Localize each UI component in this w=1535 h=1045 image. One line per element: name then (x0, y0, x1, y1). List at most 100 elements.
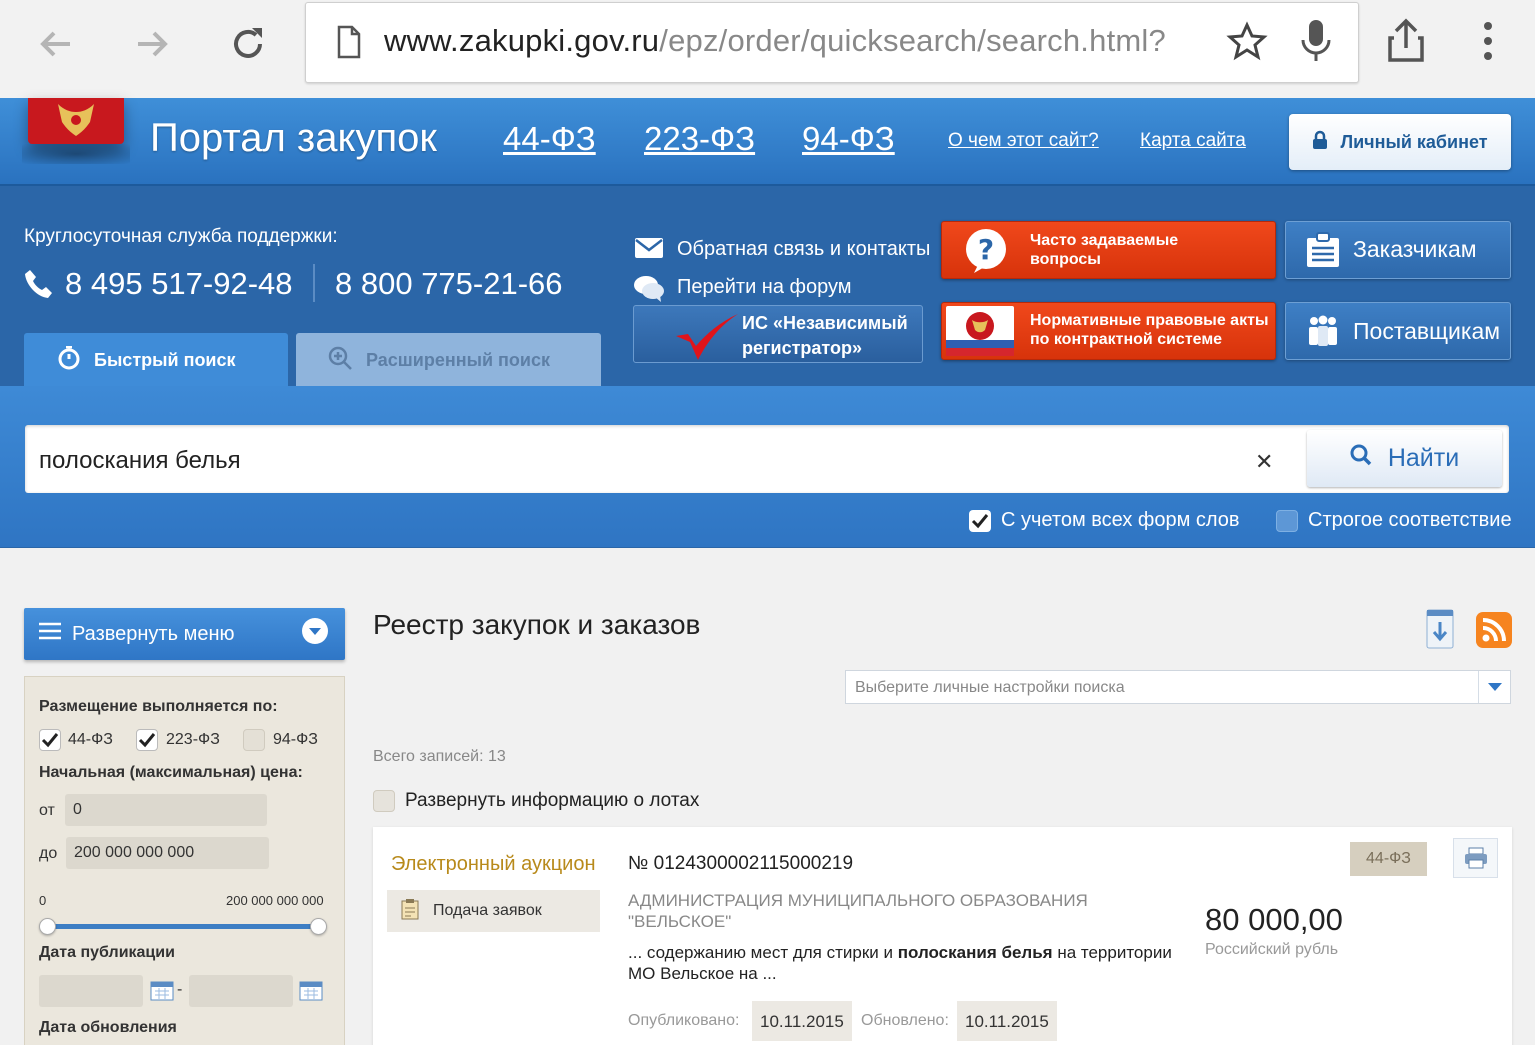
legal-acts-button[interactable]: Нормативные правовые акты по контрактной… (941, 302, 1276, 360)
question-icon: ? (962, 228, 1010, 279)
dropdown-arrow-icon[interactable] (1478, 671, 1510, 703)
strict-match-checkbox[interactable] (1276, 509, 1298, 532)
calendar-icon[interactable] (299, 979, 323, 1001)
expand-lots-label: Развернуть информацию о лотах (405, 790, 700, 811)
download-icon[interactable] (1426, 609, 1454, 654)
suppliers-button-label: Поставщикам (1353, 318, 1501, 344)
search-settings-placeholder: Выберите личные настройки поиска (855, 679, 1125, 696)
support-title: Круглосуточная служба поддержки: (24, 226, 338, 247)
faq-button[interactable]: ? Часто задаваемые вопросы (941, 221, 1276, 279)
law-badge: 44-ФЗ (1350, 842, 1427, 876)
tab-advanced-search[interactable]: Расширенный поиск (296, 333, 601, 387)
customer-organization[interactable]: АДМИНИСТРАЦИЯ МУНИЦИПАЛЬНОГО ОБРАЗОВАНИЯ… (628, 890, 1188, 932)
print-icon[interactable] (1453, 838, 1498, 878)
customers-button-label: Заказчикам (1353, 236, 1477, 262)
procurement-price: 80 000,00 (1205, 902, 1343, 937)
url-text: www.zakupki.gov.ru/epz/order/quicksearch… (384, 23, 1166, 58)
bookmark-star-icon[interactable] (1226, 21, 1268, 68)
hamburger-icon (38, 622, 62, 646)
share-icon[interactable] (1384, 18, 1428, 69)
procurement-stage-label: Подача заявок (433, 902, 542, 919)
published-label: Опубликовано: (628, 1012, 740, 1029)
envelope-icon (635, 238, 663, 263)
independent-registrar-button[interactable]: ИС «Независимый регистратор» (633, 305, 923, 363)
sitemap-link[interactable]: Карта сайта (1140, 130, 1246, 152)
customers-button[interactable]: Заказчикам (1285, 221, 1511, 279)
updated-label: Обновлено: (861, 1012, 949, 1029)
checkmark-icon (674, 312, 740, 369)
law-44-link[interactable]: 44-ФЗ (503, 120, 596, 158)
portal-title[interactable]: Портал закупок (150, 116, 437, 161)
description-text: ... содержанию мест для стирки и (628, 943, 898, 962)
publication-date-to[interactable] (189, 975, 293, 1007)
menu-dots-icon[interactable] (1470, 18, 1506, 69)
back-icon[interactable] (28, 16, 84, 72)
all-word-forms-option[interactable]: С учетом всех форм слов (969, 509, 1240, 532)
browser-toolbar: www.zakupki.gov.ru/epz/order/quicksearch… (0, 0, 1535, 98)
reload-icon[interactable] (220, 16, 276, 72)
chat-bubbles-icon (633, 274, 665, 307)
price-slider-max-handle[interactable] (310, 918, 327, 935)
search-settings-select[interactable]: Выберите личные настройки поиска (845, 670, 1511, 704)
microphone-icon[interactable] (1296, 18, 1336, 69)
find-button-label: Найти (1387, 444, 1460, 472)
coat-of-arms-logo (28, 98, 124, 144)
publication-date-label: Дата публикации (39, 944, 175, 961)
page-title: Реестр закупок и заказов (373, 609, 701, 640)
lock-icon (1312, 130, 1328, 155)
legal-acts-button-label: Нормативные правовые акты по контрактной… (1030, 312, 1269, 348)
price-currency: Российский рубль (1205, 941, 1339, 958)
strict-match-label: Строгое соответствие (1308, 509, 1512, 531)
update-date-label: Дата обновления (39, 1019, 177, 1036)
phone-moscow[interactable]: 8 495 517-92-48 (65, 266, 293, 302)
feedback-link[interactable]: Обратная связь и контакты (677, 238, 930, 261)
expand-menu-button[interactable]: Развернуть меню (24, 608, 345, 660)
slider-max-label: 200 000 000 000 (226, 893, 324, 908)
price-from-input[interactable]: 0 (65, 794, 267, 826)
price-slider[interactable] (46, 924, 318, 929)
expand-lots-option[interactable]: Развернуть информацию о лотах (373, 790, 699, 812)
publication-date-from[interactable] (39, 975, 143, 1007)
forum-link[interactable]: Перейти на форум (677, 276, 852, 299)
price-to-input[interactable]: 200 000 000 000 (66, 837, 269, 869)
cabinet-button-label: Личный кабинет (1340, 131, 1488, 152)
law-223-label: 223-ФЗ (166, 731, 220, 748)
strict-match-option[interactable]: Строгое соответствие (1276, 509, 1512, 532)
price-slider-min-handle[interactable] (39, 918, 56, 935)
procurement-description: ... содержанию мест для стирки и полоска… (628, 942, 1188, 984)
registrar-button-label: ИС «Независимый регистратор» (742, 313, 908, 358)
forward-icon[interactable] (124, 16, 180, 72)
rss-icon[interactable] (1476, 612, 1512, 653)
updated-date: 10.11.2015 (957, 1001, 1057, 1041)
zoom-in-icon (328, 346, 352, 375)
find-button[interactable]: Найти (1307, 430, 1502, 487)
total-records: Всего записей: 13 (373, 748, 506, 765)
address-bar[interactable]: www.zakupki.gov.ru/epz/order/quicksearch… (305, 2, 1359, 83)
law-223-checkbox[interactable] (136, 729, 158, 751)
personal-cabinet-button[interactable]: Личный кабинет (1289, 114, 1511, 170)
law-44-checkbox[interactable] (39, 729, 61, 751)
expand-lots-checkbox[interactable] (373, 790, 395, 812)
price-label: Начальная (максимальная) цена: (39, 764, 303, 781)
law-44-label: 44-ФЗ (68, 731, 113, 748)
tab-advanced-search-label: Расширенный поиск (366, 349, 550, 370)
search-input[interactable]: полоскания белья ✕ (25, 425, 1509, 493)
about-link[interactable]: О чем этот сайт? (948, 130, 1099, 152)
phone-free[interactable]: 8 800 775-21-66 (335, 266, 563, 302)
suppliers-button[interactable]: Поставщикам (1285, 302, 1511, 360)
law-94-checkbox[interactable] (243, 729, 265, 751)
tab-quick-search[interactable]: Быстрый поиск (24, 333, 288, 387)
svg-text:?: ? (978, 233, 994, 266)
chevron-down-icon (301, 617, 329, 651)
clear-icon[interactable]: ✕ (1255, 449, 1273, 475)
placement-label: Размещение выполняется по: (39, 698, 278, 715)
calendar-icon[interactable] (150, 979, 174, 1001)
all-word-forms-checkbox[interactable] (969, 509, 991, 532)
law-223-link[interactable]: 223-ФЗ (644, 120, 755, 158)
expand-menu-label: Развернуть меню (72, 622, 235, 645)
law-94-link[interactable]: 94-ФЗ (802, 120, 895, 158)
page-icon (336, 25, 362, 64)
clipboard-icon (401, 898, 419, 925)
procurement-number[interactable]: № 0124300002115000219 (628, 853, 853, 875)
date-range-separator: - (177, 981, 183, 998)
